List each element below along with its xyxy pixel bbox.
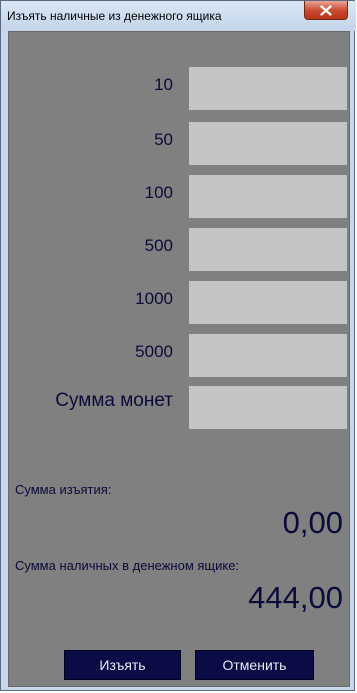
drawer-cash-value: 444,00 [248, 580, 343, 615]
withdraw-button[interactable]: Изъять [64, 650, 181, 680]
denomination-input-10[interactable] [189, 67, 347, 110]
coins-total-input[interactable] [189, 386, 347, 429]
close-button[interactable] [304, 1, 348, 20]
denomination-label-100: 100 [144, 183, 173, 202]
cancel-button[interactable]: Отменить [195, 650, 314, 680]
denomination-input-5000[interactable] [189, 334, 347, 377]
denomination-label-5000: 5000 [135, 342, 173, 361]
denomination-label-500: 500 [144, 236, 173, 255]
withdrawal-amount-value: 0,00 [282, 505, 343, 540]
title-bar[interactable]: Изъять наличные из денежного ящика [1, 1, 356, 31]
denomination-input-50[interactable] [189, 122, 347, 165]
withdrawal-amount-label: Сумма изъятия: [15, 482, 112, 497]
denomination-input-500[interactable] [189, 228, 347, 271]
denomination-label-50: 50 [154, 130, 173, 149]
close-icon [320, 4, 332, 16]
coins-total-label: Сумма монет [55, 390, 173, 411]
cash-withdrawal-dialog: Изъять наличные из денежного ящика 10 50… [0, 0, 356, 691]
drawer-cash-label: Сумма наличных в денежном ящике: [15, 558, 240, 573]
denomination-label-10: 10 [154, 75, 173, 94]
window-title: Изъять наличные из денежного ящика [7, 9, 222, 23]
denomination-label-1000: 1000 [135, 289, 173, 308]
denomination-input-1000[interactable] [189, 281, 347, 324]
dialog-body: 10 50 100 500 1000 5000 Сумма монет Сумм… [8, 31, 350, 687]
denomination-input-100[interactable] [189, 175, 347, 218]
